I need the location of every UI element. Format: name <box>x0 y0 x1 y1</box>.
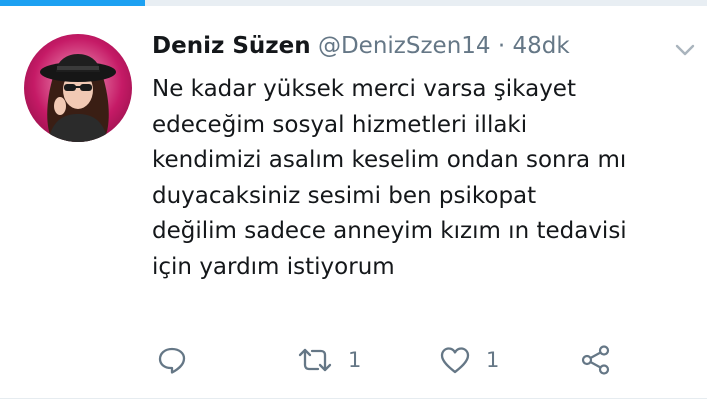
avatar[interactable] <box>24 34 132 142</box>
tweet-text-line: değilim sadece anneyim kızım ın tedavisi <box>152 218 627 245</box>
retweet-icon <box>298 348 332 372</box>
chevron-down-icon <box>675 44 695 56</box>
display-name[interactable]: Deniz Süzen <box>152 33 311 59</box>
tweet-timestamp[interactable]: 48dk <box>512 33 569 59</box>
share-button[interactable] <box>580 338 612 382</box>
tweet-text-line: kendimizi asalım keselim ondan sonra mı <box>152 147 627 174</box>
share-icon <box>581 345 610 375</box>
tweet-view: Deniz Süzen @DenizSzen14 · 48dk Ne kadar… <box>0 0 707 407</box>
tweet-text-line: Ne kadar yüksek merci varsa şikayet <box>152 76 576 102</box>
tweet-actions: 1 1 <box>0 338 707 382</box>
reply-icon <box>158 347 186 374</box>
tweet-text-line: duyacaksiniz sesimi ben psikopat <box>152 182 537 209</box>
like-count: 1 <box>486 348 500 372</box>
tweet-header: Deniz Süzen @DenizSzen14 · 48dk <box>152 30 570 62</box>
tweet-text-line: edeceğim sosyal hizmetleri illaki <box>152 111 528 138</box>
more-options-button[interactable] <box>672 40 698 60</box>
avatar-photo <box>40 54 116 142</box>
header-separator: · <box>497 33 506 59</box>
reply-button[interactable] <box>156 338 188 382</box>
user-handle[interactable]: @DenizSzen14 <box>318 33 491 59</box>
loading-progress-fill <box>0 0 145 6</box>
retweet-button[interactable]: 1 <box>296 338 361 382</box>
heart-icon <box>440 347 470 374</box>
retweet-count: 1 <box>348 348 362 372</box>
tweet-text-line: için yardım istiyorum <box>152 253 395 280</box>
loading-progress-bar <box>0 0 707 6</box>
like-button[interactable]: 1 <box>438 338 499 382</box>
tweet-text: Ne kadar yüksek merci varsa şikayet edec… <box>152 72 672 286</box>
divider <box>0 398 707 399</box>
